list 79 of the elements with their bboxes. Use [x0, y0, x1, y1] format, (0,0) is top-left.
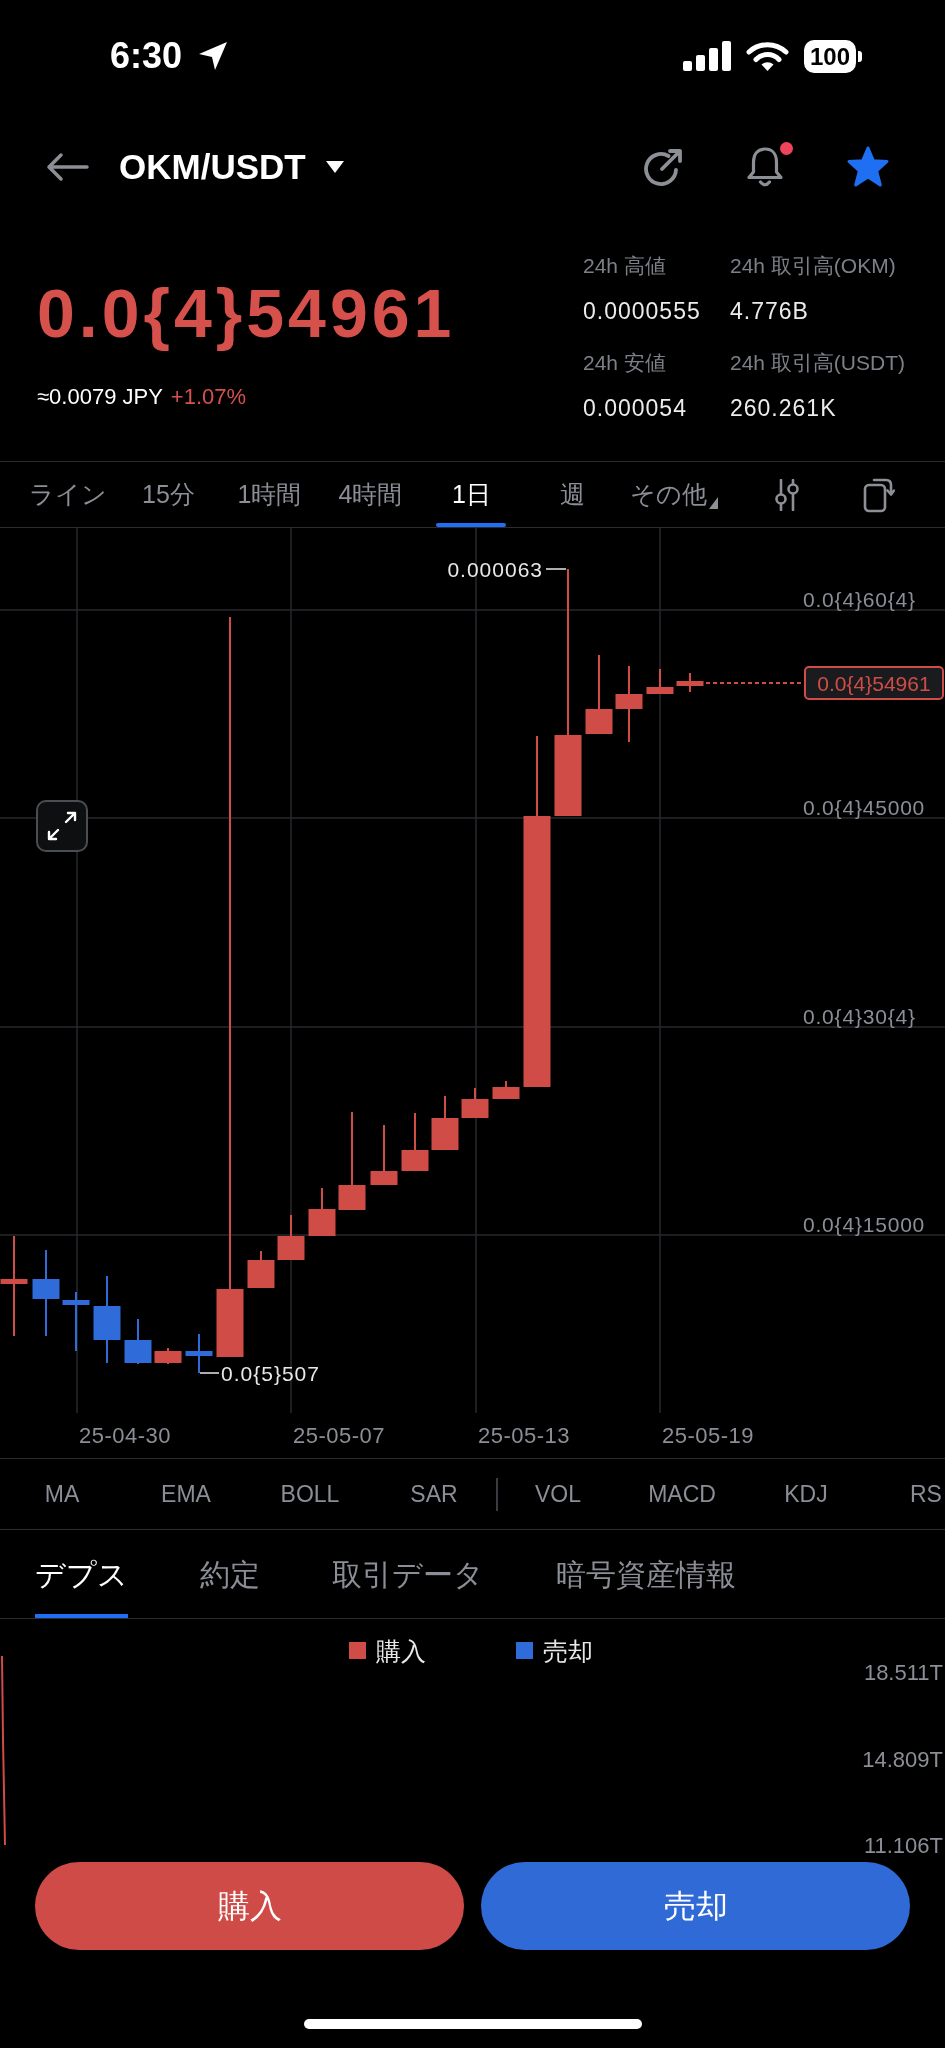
- depth-axis-label: 11.106T: [863, 1832, 943, 1858]
- axis-price-label: 0.0{4}45000: [803, 795, 926, 819]
- wifi-icon: [745, 40, 789, 72]
- circular-arrow-icon[interactable]: [642, 147, 684, 187]
- detail-tab[interactable]: 取引データ: [332, 1530, 484, 1618]
- indicator-tab[interactable]: KDJ: [744, 1476, 868, 1512]
- timeframe-tab[interactable]: 15分: [118, 462, 219, 527]
- leader-line: [545, 568, 567, 570]
- timeframe-tab[interactable]: 1日: [421, 462, 522, 527]
- axis-date-label: 25-04-30: [79, 1422, 172, 1448]
- detail-tab[interactable]: 約定: [200, 1530, 260, 1618]
- axis-price-label: 0.0{4}60{4}: [803, 587, 916, 611]
- stat-value: 0.0000555: [583, 297, 702, 326]
- legend-label: 購入: [376, 1637, 426, 1665]
- candlestick: [154, 1348, 182, 1364]
- axis-date-label: 25-05-19: [662, 1422, 755, 1448]
- legend-label: 売却: [543, 1637, 593, 1665]
- depth-axis-label: 14.809T: [862, 1746, 943, 1772]
- candlestick: [676, 673, 704, 692]
- corner-triangle-icon: [708, 497, 718, 509]
- detail-tab[interactable]: 暗号資産情報: [556, 1530, 736, 1618]
- indicator-tab[interactable]: VOL: [496, 1476, 620, 1512]
- signal-bars-icon: [682, 41, 731, 71]
- axis-price-label: 0.0{4}15000: [803, 1212, 926, 1236]
- sliders-icon[interactable]: [774, 478, 800, 511]
- bell-icon[interactable]: [746, 146, 784, 188]
- candlestick: [308, 1188, 336, 1236]
- candlestick: [185, 1334, 213, 1373]
- axis-date-label: 25-05-07: [293, 1422, 386, 1448]
- stat-value: 260.261K: [730, 394, 838, 423]
- indicator-tab[interactable]: MACD: [620, 1476, 744, 1512]
- indicator-tab[interactable]: RS: [868, 1476, 942, 1512]
- rotate-screen-icon[interactable]: [863, 476, 895, 513]
- status-time: 6:30: [110, 34, 183, 78]
- axis-date-label: 25-05-13: [478, 1422, 571, 1448]
- back-arrow-icon[interactable]: [45, 152, 89, 182]
- timeframe-tab[interactable]: ライン: [17, 462, 118, 527]
- timeframe-tab[interactable]: 週: [522, 462, 623, 527]
- candlestick: [277, 1215, 305, 1260]
- price-change: +1.07%: [170, 383, 247, 411]
- candlestick: [370, 1125, 398, 1185]
- timeframe-tab[interactable]: 1時間: [219, 462, 320, 527]
- candlestick: [62, 1292, 90, 1351]
- candlestick: [247, 1251, 275, 1288]
- timeframe-tab[interactable]: 4時間: [320, 462, 421, 527]
- candlestick: [124, 1319, 152, 1364]
- stat-value: 4.776B: [730, 297, 810, 326]
- expand-button[interactable]: [36, 800, 88, 852]
- stat-label: 24h 高値: [583, 253, 667, 279]
- indicator-tab[interactable]: MA: [0, 1476, 124, 1512]
- buy-button[interactable]: 購入: [35, 1862, 464, 1950]
- candlestick: [461, 1088, 489, 1118]
- location-arrow-icon: [198, 41, 229, 71]
- timeframe-tab[interactable]: その他: [623, 462, 724, 527]
- caret-icon: [325, 161, 344, 173]
- last-price-tag: 0.0{4}54961: [804, 666, 944, 700]
- candlestick: [492, 1081, 520, 1099]
- high-price-label: 0.000063: [447, 557, 543, 581]
- leader-line: [199, 1372, 220, 1374]
- low-price-label: 0.0{5}507: [221, 1361, 320, 1385]
- detail-tab[interactable]: デプス: [35, 1530, 128, 1618]
- stat-label: 24h 安値: [583, 350, 667, 376]
- indicator-tab[interactable]: SAR: [372, 1476, 496, 1512]
- fiat-price: ≈0.0079 JPY: [37, 383, 163, 411]
- stat-label: 24h 取引高(USDT): [730, 350, 906, 376]
- candlestick: [401, 1113, 429, 1171]
- indicator-tab[interactable]: EMA: [124, 1476, 248, 1512]
- stat-label: 24h 取引高(OKM): [730, 253, 897, 279]
- battery-indicator: 100: [803, 39, 862, 73]
- candlestick: [646, 669, 674, 694]
- star-icon[interactable]: [846, 146, 890, 188]
- axis-price-label: 0.0{4}30{4}: [803, 1004, 916, 1028]
- pair-selector[interactable]: OKM/USDT: [119, 145, 344, 189]
- candlestick: [431, 1096, 459, 1150]
- stat-value: 0.000054: [583, 394, 688, 423]
- depth-axis-label: 18.511T: [863, 1659, 943, 1685]
- sell-button[interactable]: 売却: [481, 1862, 910, 1950]
- last-price: 0.0{4}54961: [37, 274, 456, 353]
- indicator-tab[interactable]: BOLL: [248, 1476, 372, 1512]
